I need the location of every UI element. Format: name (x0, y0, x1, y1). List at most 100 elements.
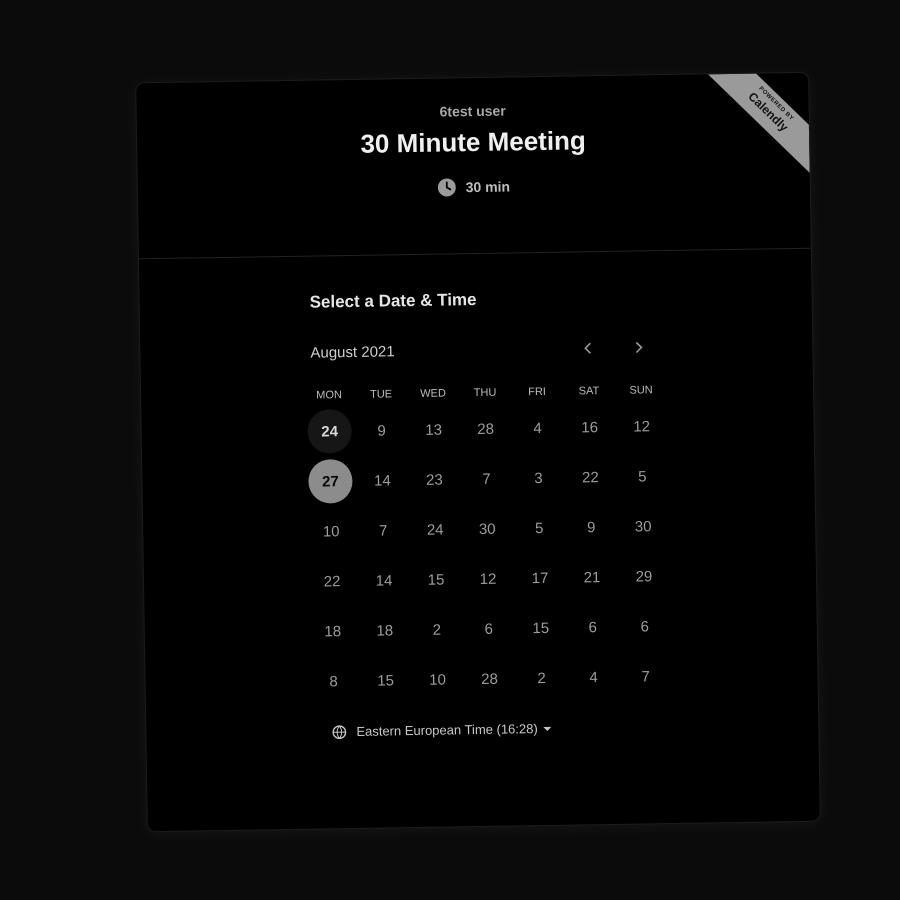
calendar-week-row: 24 9 13 28 4 16 12 (303, 401, 668, 457)
day-number: 2 (537, 669, 546, 687)
day-cell: 4 (567, 652, 620, 703)
day-number: 24 (426, 521, 444, 539)
day-number: 18 (324, 622, 342, 640)
day-cell: 28 (459, 403, 512, 454)
day-number: 22 (323, 572, 341, 590)
day-cell: 17 (514, 553, 567, 604)
month-navigation: August 2021 (310, 339, 650, 368)
day-cell: 10 (305, 506, 358, 557)
weekday-label: WED (420, 387, 446, 400)
day-cell: 30 (617, 501, 670, 552)
day-number: 23 (425, 471, 443, 489)
day-cell: 18 (358, 605, 411, 656)
day-number: 28 (481, 670, 499, 688)
calendar-week-row: 22 14 15 12 17 21 29 (306, 551, 671, 607)
day-number: 15 (427, 571, 445, 589)
day-cell: 24 (409, 504, 462, 555)
day-cell: 2 (410, 604, 463, 655)
duration-label: 30 min (465, 178, 511, 196)
day-number: 16 (581, 418, 599, 436)
month-label: August 2021 (310, 343, 395, 362)
day-number: 4 (533, 419, 542, 437)
day-number: 5 (534, 519, 544, 537)
day-cell: 12 (462, 553, 515, 604)
day-number: 3 (534, 469, 543, 487)
day-number: 12 (479, 570, 497, 588)
day-number: 14 (375, 571, 393, 590)
calendar-week-row: 8 15 10 28 2 4 7 (307, 651, 672, 707)
timezone-label: Eastern European Time (16:28) (356, 721, 538, 739)
weekday-label: SUN (629, 384, 653, 397)
day-cell: 9 (355, 405, 408, 456)
day-number: 7 (378, 521, 388, 540)
day-number: 5 (638, 467, 647, 485)
day-cell: 28 (463, 653, 516, 704)
day-cell: 29 (618, 551, 671, 602)
calendar-week-row: 18 18 2 6 15 6 6 (306, 601, 671, 657)
day-cell: 14 (356, 455, 409, 506)
day-number: 7 (641, 667, 650, 685)
calendar-week-row: 27 14 23 7 3 22 5 (304, 451, 669, 507)
day-cell: 8 (307, 656, 360, 707)
page-stage: 6test user 30 Minute Meeting 30 min POWE… (0, 0, 900, 900)
day-number: 21 (583, 568, 601, 586)
next-month-button[interactable] (626, 335, 650, 359)
day-number: 10 (322, 522, 340, 540)
day-number: 14 (373, 471, 391, 490)
calendar-grid: MON TUE WED THU FRI SAT SUN 24 9 13 28 4 16 12 27 14 23… (303, 379, 672, 707)
day-cell: 22 (564, 452, 617, 503)
calendar-week-row: 10 7 24 30 5 9 30 (305, 501, 670, 557)
day-number: 8 (329, 672, 338, 690)
day-number: 6 (640, 617, 650, 635)
globe-icon (332, 724, 347, 739)
timezone-selector[interactable]: Eastern European Time (16:28) (332, 721, 552, 739)
day-number: 4 (589, 668, 598, 686)
day-number: 15 (532, 619, 550, 637)
day-number: 13 (425, 421, 443, 439)
weekday-label: SAT (578, 385, 600, 398)
prev-month-button[interactable] (576, 336, 600, 360)
day-cell: 12 (615, 401, 668, 452)
chevron-right-icon (635, 341, 643, 354)
day-cell: 30 (461, 503, 514, 554)
day-number: 6 (588, 618, 598, 636)
available-day-cell[interactable]: 24 (303, 406, 356, 457)
calendly-badge[interactable]: POWERED BY Calendly (704, 72, 810, 175)
day-cell: 22 (306, 556, 359, 607)
day-number: 27 (308, 458, 353, 504)
day-number: 6 (484, 620, 494, 638)
day-number: 9 (586, 518, 596, 536)
powered-by-ribbon[interactable]: POWERED BY Calendly (704, 72, 810, 179)
weekday-label: TUE (369, 388, 393, 401)
day-cell: 15 (514, 603, 567, 654)
day-cell: 6 (618, 601, 671, 652)
day-cell: 5 (513, 503, 566, 554)
day-number: 15 (377, 671, 395, 690)
day-cell: 15 (410, 554, 463, 605)
event-header: 6test user 30 Minute Meeting 30 min POWE… (136, 72, 811, 260)
day-number: 10 (429, 671, 447, 689)
day-number: 30 (634, 517, 652, 536)
day-cell: 13 (407, 404, 460, 455)
day-number: 7 (482, 470, 491, 488)
day-number: 22 (581, 468, 599, 486)
day-cell: 7 (357, 505, 410, 556)
day-number: 18 (376, 621, 394, 640)
day-cell: 5 (616, 451, 669, 502)
day-cell: 4 (511, 403, 564, 454)
day-cell: 10 (411, 654, 464, 705)
day-cell: 7 (619, 651, 672, 702)
weekday-label: FRI (528, 385, 547, 399)
day-number: 9 (377, 421, 386, 440)
day-cell: 9 (565, 502, 618, 553)
day-cell: 6 (566, 602, 619, 653)
day-cell: 18 (306, 606, 359, 657)
day-number: 30 (478, 520, 496, 538)
selected-day-cell[interactable]: 27 (304, 456, 357, 507)
day-cell: 2 (515, 653, 568, 704)
scheduler-body: Select a Date & Time August 2021 MON TUE W… (139, 249, 820, 831)
clock-icon (437, 178, 456, 197)
day-cell: 7 (460, 453, 513, 504)
day-cell: 23 (408, 454, 461, 505)
day-cell: 6 (462, 603, 515, 654)
